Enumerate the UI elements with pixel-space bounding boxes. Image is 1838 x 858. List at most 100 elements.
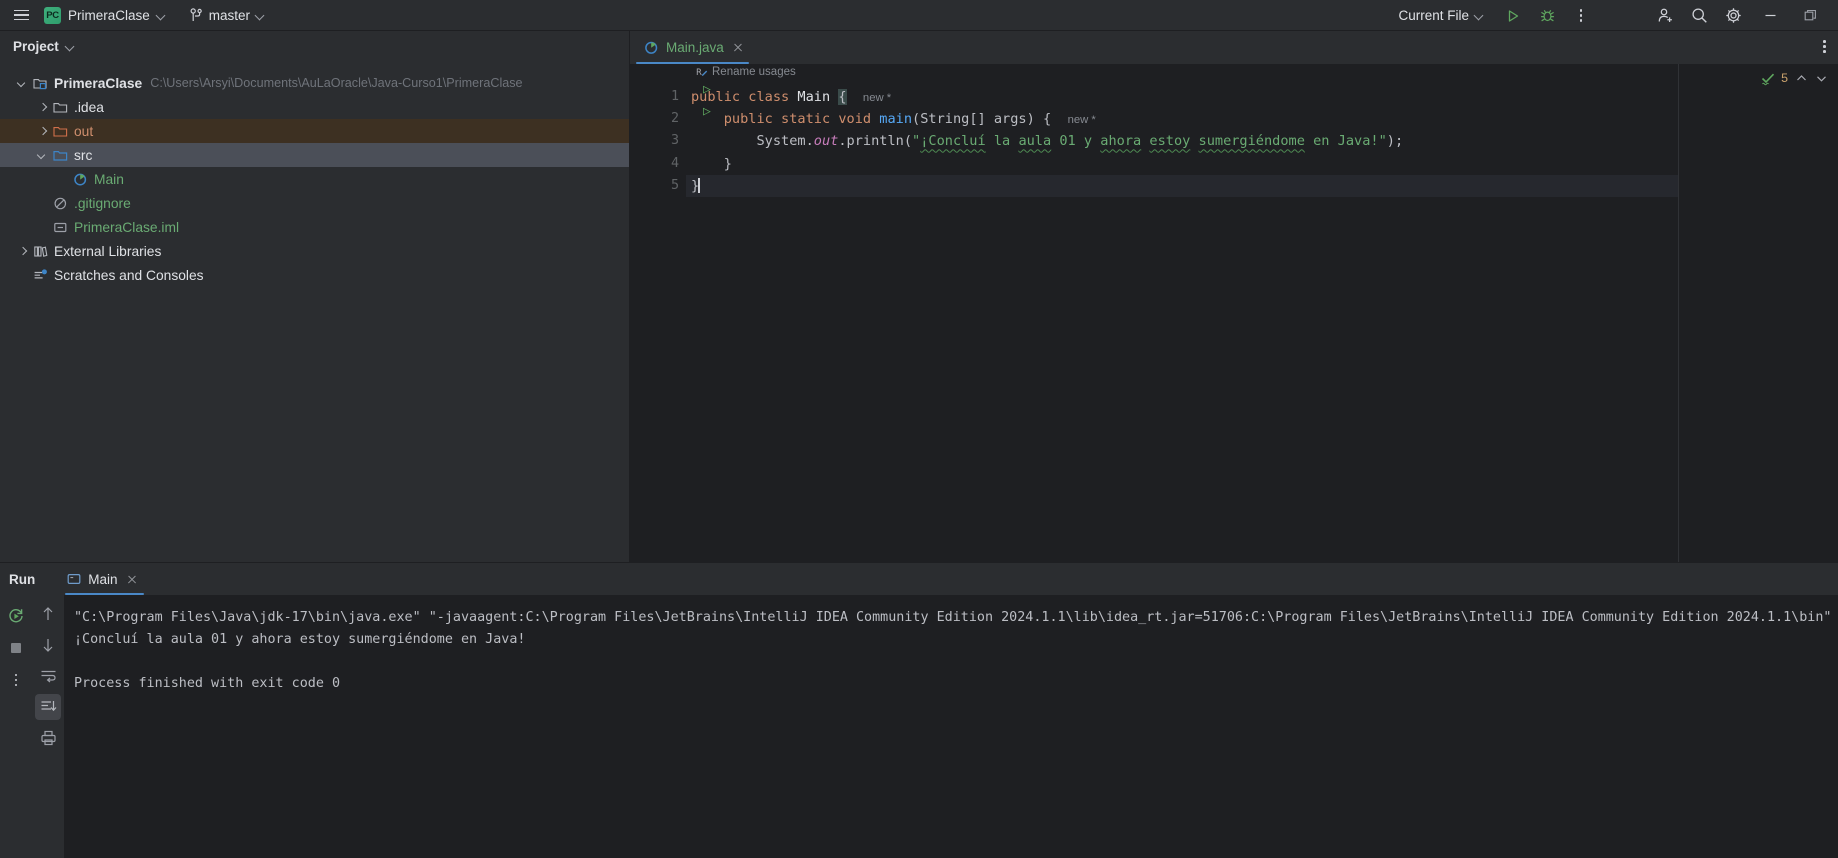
- chevron-down-icon[interactable]: [1815, 72, 1828, 85]
- settings-button[interactable]: [1716, 2, 1750, 30]
- tree-item-scratches-and-consoles[interactable]: Scratches and Consoles: [0, 263, 629, 287]
- soft-wrap-button[interactable]: [35, 663, 61, 689]
- code-line[interactable]: }: [686, 153, 1678, 175]
- editor-tab-main-java[interactable]: Main.java: [630, 31, 755, 64]
- more-vertical-icon: [1823, 40, 1826, 53]
- debug-button[interactable]: [1530, 2, 1564, 30]
- project-widget[interactable]: PC PrimeraClase: [38, 4, 174, 27]
- stop-button[interactable]: [3, 635, 29, 661]
- console-line: "C:\Program Files\Java\jdk-17\bin\java.e…: [74, 610, 1838, 625]
- project-panel-header[interactable]: Project: [0, 31, 629, 62]
- run-more-button[interactable]: [3, 667, 29, 693]
- chevron-right-icon[interactable]: [34, 123, 51, 140]
- code-line[interactable]: }: [686, 174, 1678, 197]
- tree-item-idea[interactable]: .idea: [0, 95, 629, 119]
- scroll-to-end-button[interactable]: [35, 694, 61, 720]
- rerun-icon: [7, 607, 25, 625]
- console-body: "C:\Program Files\Java\jdk-17\bin\java.e…: [32, 595, 1838, 858]
- tree-item-primeraclase-iml[interactable]: PrimeraClase.iml: [0, 215, 629, 239]
- svg-text:R: R: [696, 68, 702, 78]
- code-line[interactable]: public class Main { new *: [686, 86, 1678, 108]
- git-branch-widget[interactable]: master: [182, 5, 273, 26]
- git-branch-label: master: [208, 7, 251, 23]
- line-number: 2: [670, 101, 711, 127]
- gitignore-icon: [51, 194, 69, 212]
- debug-icon: [1540, 8, 1555, 23]
- add-account-button[interactable]: [1648, 2, 1682, 30]
- search-button[interactable]: [1682, 2, 1716, 30]
- console-icon: [67, 572, 81, 586]
- print-button[interactable]: [35, 725, 61, 751]
- code-line[interactable]: System.out.println("¡Concluí la aula 01 …: [686, 130, 1678, 152]
- code-token: System: [756, 133, 806, 150]
- rerun-button[interactable]: [3, 603, 29, 629]
- rename-usages-hint[interactable]: R Rename usages: [696, 66, 796, 78]
- chevron-down-icon[interactable]: [14, 75, 31, 92]
- title-bar: PC PrimeraClase master Current File: [0, 0, 1838, 31]
- tree-item-primeraclase[interactable]: PrimeraClase C:\Users\Arsyi\Documents\AuL…: [0, 71, 629, 95]
- chevron-right-icon[interactable]: [14, 243, 31, 260]
- inspection-widget[interactable]: 5: [1761, 71, 1828, 85]
- console-output[interactable]: "C:\Program Files\Java\jdk-17\bin\java.e…: [64, 595, 1838, 858]
- run-panel-title: Run: [9, 571, 36, 587]
- run-button[interactable]: [1496, 2, 1530, 30]
- tree-item-out[interactable]: out: [0, 119, 629, 143]
- code-token: String[] args: [920, 111, 1027, 128]
- code-token: (: [903, 133, 913, 150]
- chevron-up-icon[interactable]: [1795, 72, 1808, 85]
- maximize-button[interactable]: [1790, 0, 1830, 31]
- main-area: Project PrimeraClase C:\Users\Arsyi\Docum…: [0, 31, 1838, 562]
- tree-item-src[interactable]: src: [0, 143, 629, 167]
- chevron-down-icon: [157, 11, 166, 20]
- stop-icon: [9, 641, 23, 655]
- scratches-icon: [31, 266, 49, 284]
- code-line[interactable]: public static void main(String[] args) {…: [686, 108, 1678, 130]
- editor-gutter[interactable]: 12 3 4 5: [630, 64, 711, 562]
- text-caret: [698, 177, 700, 193]
- run-configuration-selector[interactable]: Current File: [1390, 5, 1492, 26]
- close-icon[interactable]: [125, 572, 140, 587]
- soft-wrap-icon: [40, 668, 57, 684]
- close-icon[interactable]: [731, 40, 746, 55]
- editor-tab-options-button[interactable]: [1823, 40, 1826, 53]
- more-actions-button[interactable]: [1564, 2, 1598, 30]
- line-number: 4: [670, 155, 679, 171]
- console-side-icons: [32, 595, 64, 858]
- editor-tab-label: Main.java: [666, 40, 724, 55]
- run-tab-main[interactable]: Main: [61, 563, 147, 595]
- inspection-ok-icon: [1761, 72, 1775, 85]
- chevron-right-icon[interactable]: [34, 99, 51, 116]
- chevron-down-icon: [256, 11, 265, 20]
- hamburger-menu-icon[interactable]: [4, 0, 38, 30]
- git-branch-icon: [190, 7, 203, 23]
- chevron-down-icon: [66, 42, 75, 51]
- tree-item-gitignore[interactable]: .gitignore: [0, 191, 629, 215]
- minimize-button[interactable]: [1750, 0, 1790, 31]
- code-token: .: [838, 133, 847, 150]
- code-editor[interactable]: public class Main { new * public static …: [686, 64, 1678, 562]
- arrow-down-button[interactable]: [35, 632, 61, 658]
- arrow-up-button[interactable]: [35, 601, 61, 627]
- code-token: 01 y: [1051, 133, 1101, 150]
- console-line: Process finished with exit code 0: [74, 676, 341, 691]
- line-number: 5: [670, 177, 679, 193]
- java-class-icon: [644, 40, 659, 55]
- code-token: static: [781, 111, 831, 128]
- tree-item-label: .gitignore: [74, 195, 131, 211]
- chevron-down-icon[interactable]: [34, 147, 51, 164]
- code-token: ) {: [1026, 111, 1052, 128]
- inlay-hint: new *: [862, 92, 892, 104]
- editor-tab-bar: Main.java: [630, 31, 1838, 64]
- search-icon: [1691, 7, 1708, 24]
- tree-item-external-libraries[interactable]: External Libraries: [0, 239, 629, 263]
- run-panel-header: Run Main: [0, 563, 1838, 595]
- tree-item-main[interactable]: Main: [0, 167, 629, 191]
- editor-right-gutter: 5: [1678, 64, 1838, 562]
- title-bar-right: Current File: [1390, 0, 1830, 31]
- folder-source-icon: [51, 146, 69, 164]
- gear-icon: [1725, 7, 1742, 24]
